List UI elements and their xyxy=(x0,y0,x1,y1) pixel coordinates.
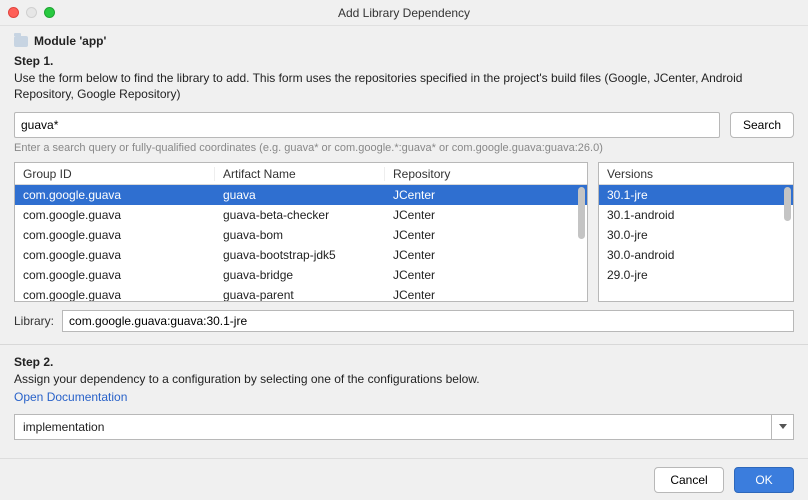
library-input[interactable] xyxy=(62,310,794,332)
versions-table[interactable]: Versions 30.1-jre 30.1-android 30.0-jre 30.… xyxy=(598,162,794,302)
chevron-down-icon[interactable] xyxy=(771,415,793,439)
open-documentation-link[interactable]: Open Documentation xyxy=(14,390,794,404)
scrollbar-thumb[interactable] xyxy=(578,187,585,239)
cell-repo: JCenter xyxy=(385,268,587,282)
scrollbar-thumb[interactable] xyxy=(784,187,791,221)
search-button[interactable]: Search xyxy=(730,112,794,138)
cell-group: com.google.guava xyxy=(15,248,215,262)
col-versions[interactable]: Versions xyxy=(599,167,793,181)
version-row[interactable]: 29.0-jre xyxy=(599,265,793,285)
step2-desc: Assign your dependency to a configuratio… xyxy=(14,371,794,387)
col-artifact[interactable]: Artifact Name xyxy=(215,167,385,181)
cell-artifact: guava-bridge xyxy=(215,268,385,282)
cell-artifact: guava-bootstrap-jdk5 xyxy=(215,248,385,262)
version-row[interactable]: 30.1-jre xyxy=(599,185,793,205)
versions-header: Versions xyxy=(599,163,793,185)
cell-repo: JCenter xyxy=(385,228,587,242)
folder-icon xyxy=(14,36,28,47)
window-title: Add Library Dependency xyxy=(8,6,800,20)
cell-repo: JCenter xyxy=(385,288,587,302)
minimize-icon xyxy=(26,7,37,18)
cancel-button[interactable]: Cancel xyxy=(654,467,724,493)
table-row[interactable]: com.google.guavaguavaJCenter xyxy=(15,185,587,205)
cell-version: 30.0-jre xyxy=(599,228,793,242)
library-label: Library: xyxy=(14,314,54,328)
titlebar: Add Library Dependency xyxy=(0,0,808,26)
cell-repo: JCenter xyxy=(385,248,587,262)
search-hint: Enter a search query or fully-qualified … xyxy=(14,142,794,154)
table-row[interactable]: com.google.guavaguava-bridgeJCenter xyxy=(15,265,587,285)
cell-artifact: guava-parent xyxy=(215,288,385,302)
cell-group: com.google.guava xyxy=(15,208,215,222)
close-icon[interactable] xyxy=(8,7,19,18)
results-header: Group ID Artifact Name Repository xyxy=(15,163,587,185)
table-row[interactable]: com.google.guavaguava-bomJCenter xyxy=(15,225,587,245)
divider xyxy=(0,344,808,345)
cell-version: 30.1-jre xyxy=(599,188,793,202)
configuration-value: implementation xyxy=(23,420,104,434)
ok-button[interactable]: OK xyxy=(734,467,794,493)
cell-group: com.google.guava xyxy=(15,188,215,202)
step1-title: Step 1. xyxy=(14,54,794,68)
table-row[interactable]: com.google.guavaguava-parentJCenter xyxy=(15,285,587,302)
version-row[interactable]: 30.0-jre xyxy=(599,225,793,245)
cell-group: com.google.guava xyxy=(15,268,215,282)
module-header: Module 'app' xyxy=(14,34,794,48)
results-table[interactable]: Group ID Artifact Name Repository com.go… xyxy=(14,162,588,302)
cell-artifact: guava-beta-checker xyxy=(215,208,385,222)
cell-repo: JCenter xyxy=(385,208,587,222)
version-row[interactable]: 30.1-android xyxy=(599,205,793,225)
cell-artifact: guava xyxy=(215,188,385,202)
search-input[interactable] xyxy=(14,112,720,138)
table-row[interactable]: com.google.guavaguava-bootstrap-jdk5JCen… xyxy=(15,245,587,265)
cell-group: com.google.guava xyxy=(15,288,215,302)
window-controls xyxy=(8,7,55,18)
cell-artifact: guava-bom xyxy=(215,228,385,242)
col-group[interactable]: Group ID xyxy=(15,167,215,181)
cell-version: 29.0-jre xyxy=(599,268,793,282)
version-row[interactable]: 30.0-android xyxy=(599,245,793,265)
maximize-icon[interactable] xyxy=(44,7,55,18)
col-repo[interactable]: Repository xyxy=(385,167,587,181)
cell-version: 30.1-android xyxy=(599,208,793,222)
configuration-select[interactable]: implementation xyxy=(14,414,794,440)
dialog-footer: Cancel OK xyxy=(0,458,808,500)
cell-version: 30.0-android xyxy=(599,248,793,262)
cell-group: com.google.guava xyxy=(15,228,215,242)
step1-desc: Use the form below to find the library t… xyxy=(14,70,794,102)
step2-title: Step 2. xyxy=(14,355,794,369)
module-label: Module 'app' xyxy=(34,34,106,48)
cell-repo: JCenter xyxy=(385,188,587,202)
table-row[interactable]: com.google.guavaguava-beta-checkerJCente… xyxy=(15,205,587,225)
